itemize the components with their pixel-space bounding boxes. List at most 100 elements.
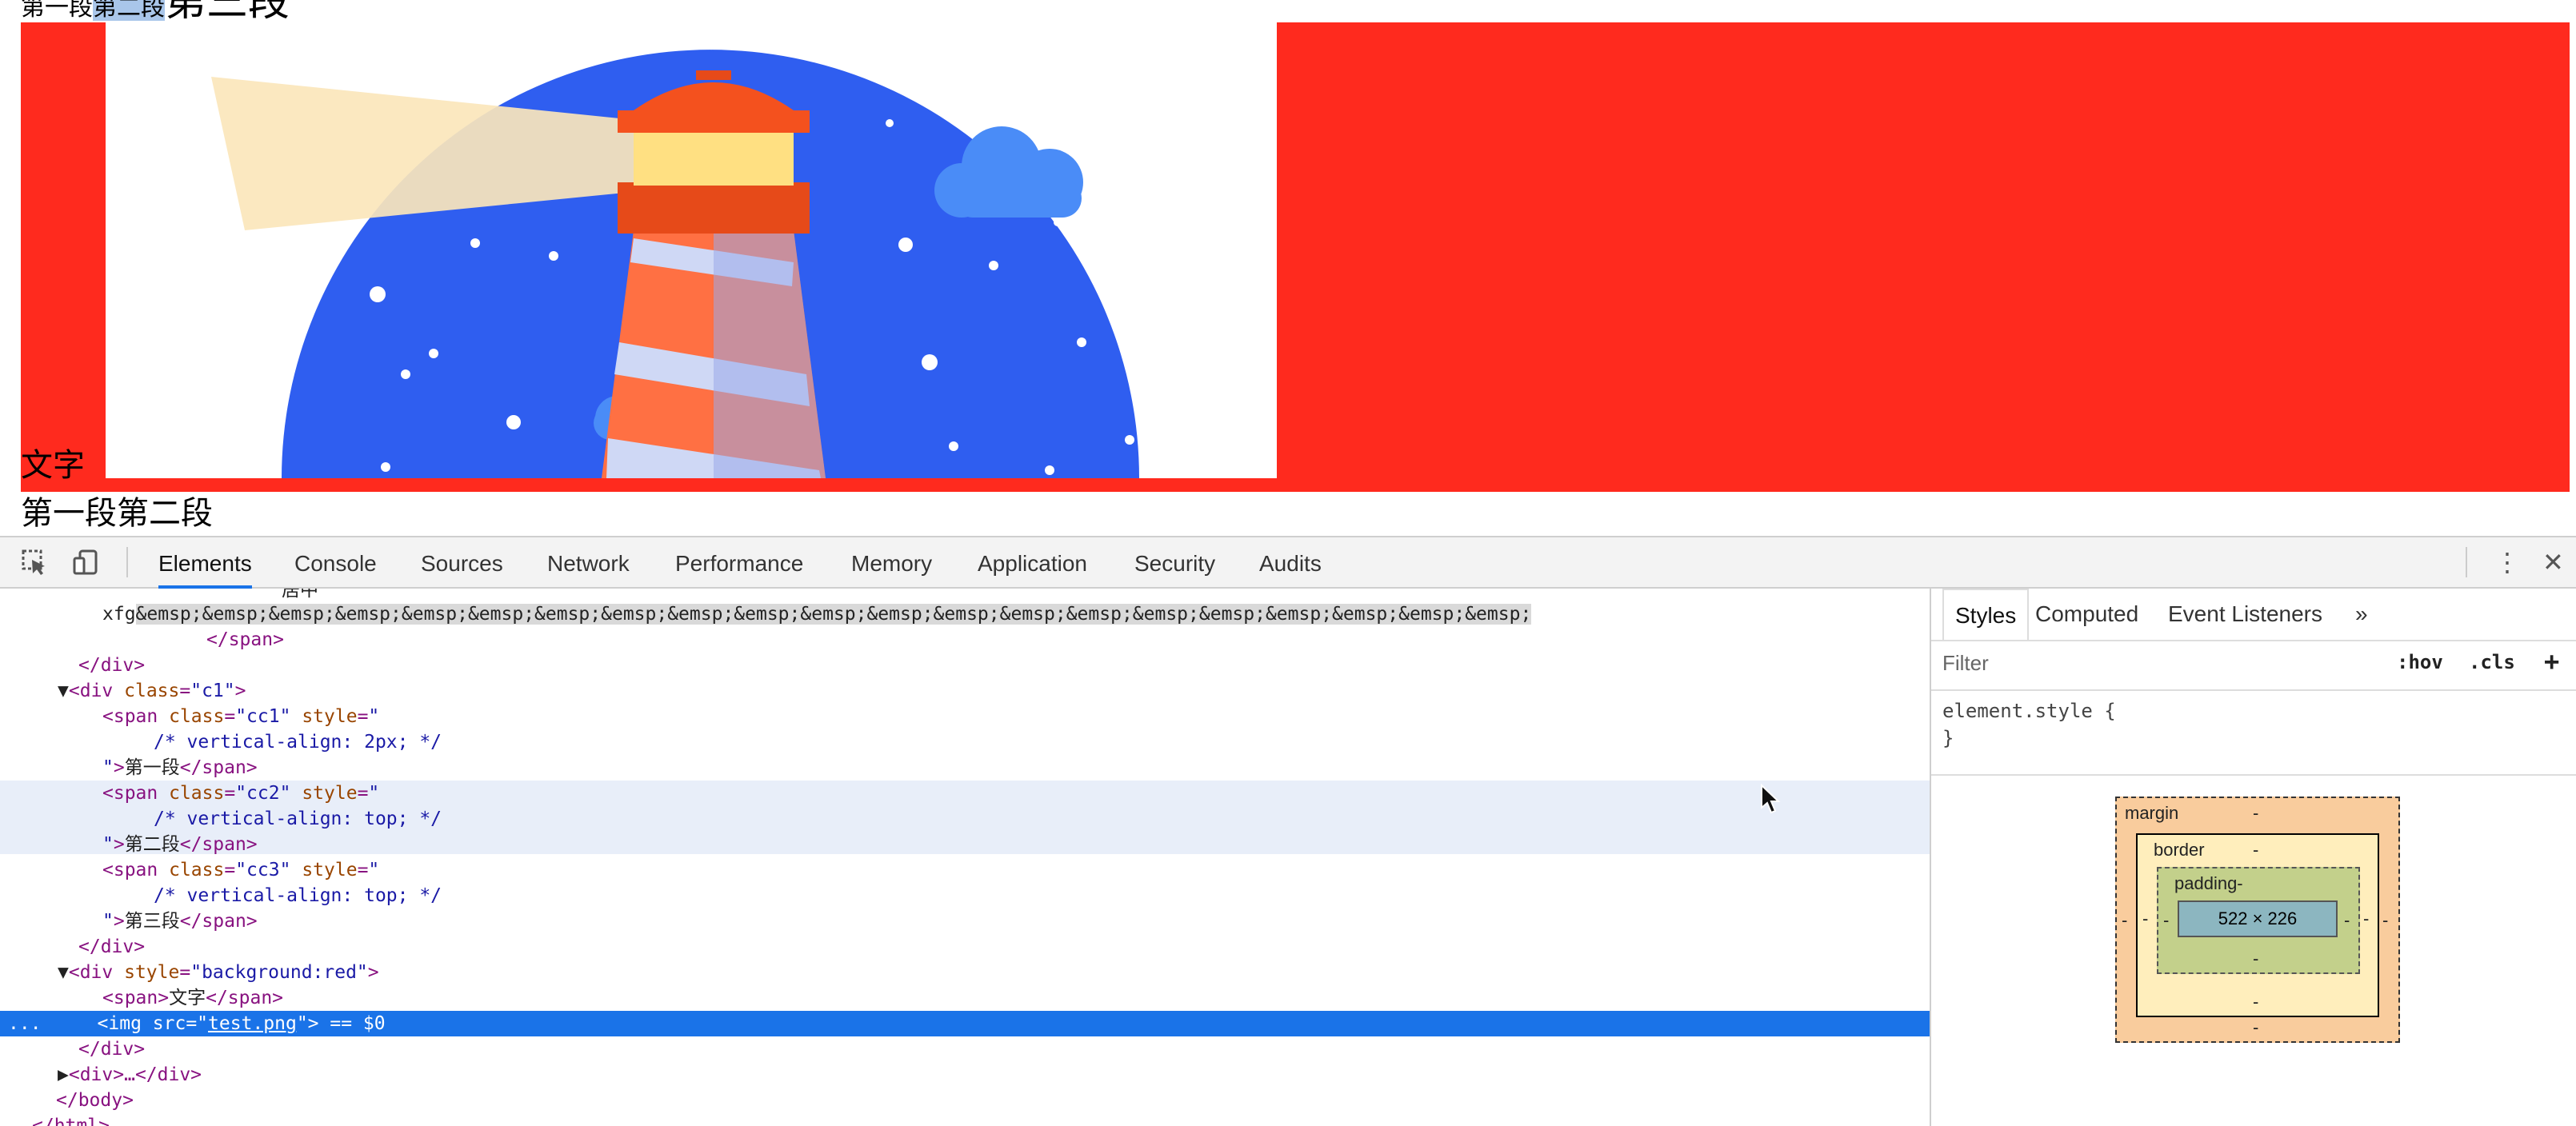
tree-line-div-red[interactable]: ▼<div style="background:red"> <box>0 960 1930 985</box>
new-rule-button[interactable]: + <box>2544 646 2559 677</box>
hov-toggle[interactable]: :hov <box>2397 651 2443 673</box>
ellipsis-icon[interactable]: ... <box>8 1013 42 1034</box>
tree-line-comment[interactable]: /* vertical-align: top; */ <box>0 883 1930 908</box>
border-bottom-value: - <box>2253 992 2259 1012</box>
collapsed-div-text: 第一段第二段 <box>21 496 213 531</box>
tab-elements[interactable]: Elements <box>158 537 252 589</box>
tree-line-span[interactable]: <span>文字</span> <box>0 985 1930 1011</box>
mouse-cursor-icon <box>1760 783 1781 819</box>
cls-toggle[interactable]: .cls <box>2469 651 2515 673</box>
toolbar-divider <box>126 547 128 577</box>
tree-line-div-c1[interactable]: ▼<div class="c1"> <box>0 678 1930 704</box>
tab-network[interactable]: Network <box>547 537 630 585</box>
tab-performance[interactable]: Performance <box>675 537 803 585</box>
style-comment: /* vertical-align: top; */ <box>154 885 442 906</box>
tab-security[interactable]: Security <box>1134 537 1215 585</box>
box-model-content[interactable]: 522 × 226 <box>2178 900 2338 937</box>
attr-name: class <box>124 681 180 701</box>
element-style-selector: element.style { <box>1942 700 2116 722</box>
padding-right-value: - <box>2344 910 2350 930</box>
more-options-icon[interactable]: ⋮ <box>2494 547 2520 577</box>
margin-bottom-value: - <box>2253 1017 2259 1037</box>
style-comment: /* vertical-align: top; */ <box>154 809 442 829</box>
tree-line-body-close[interactable]: </body> <box>0 1088 1930 1113</box>
box-model-margin[interactable]: margin - - - - border - - - - padding- -… <box>2115 797 2400 1043</box>
closing-tag: </span> <box>206 629 284 650</box>
tree-line-text[interactable]: ">第一段</span> <box>0 755 1930 781</box>
tab-audits[interactable]: Audits <box>1259 537 1322 585</box>
tab-application[interactable]: Application <box>978 537 1087 585</box>
text-node: 居中 <box>282 589 318 601</box>
expand-triangle-icon[interactable]: ▼ <box>58 681 69 701</box>
span-cc3: 第三段 <box>165 0 290 25</box>
tab-sources[interactable]: Sources <box>421 537 503 585</box>
text-node: 文字 <box>169 988 206 1008</box>
inspect-element-icon[interactable] <box>21 549 48 576</box>
closing-tag: </div> <box>78 655 146 676</box>
tree-line-div-close[interactable]: </div> <box>0 1036 1930 1062</box>
lighthouse-illustration <box>211 50 1139 478</box>
tree-line-comment[interactable]: /* vertical-align: 2px; */ <box>0 729 1930 755</box>
console-ref: == $0 <box>318 1013 386 1034</box>
elements-tree[interactable]: 居中 xfg&emsp;&emsp;&emsp;&emsp;&emsp;&ems… <box>0 589 1930 1126</box>
border-left-value: - <box>2142 908 2149 928</box>
tree-line-span-close[interactable]: </span> <box>0 627 1930 653</box>
tree-line-span-cc3[interactable]: <span class="cc3" style=" <box>0 857 1930 883</box>
closing-tag: </html> <box>32 1116 110 1126</box>
attr-value: "c1" <box>190 681 235 701</box>
padding-label: padding- <box>2174 873 2243 893</box>
border-label: border <box>2154 840 2205 860</box>
tab-memory[interactable]: Memory <box>851 537 932 585</box>
tab-console[interactable]: Console <box>294 537 377 585</box>
more-tabs-icon[interactable]: » <box>2355 589 2368 640</box>
attr-value: "background:red" <box>190 962 368 983</box>
tree-line-comment[interactable]: /* vertical-align: top; */ <box>0 806 1930 832</box>
text-node: 第二段 <box>124 834 180 855</box>
red-div-span-text: 文字 <box>21 448 85 483</box>
tree-line-text[interactable]: ">第二段</span> <box>0 832 1930 857</box>
margin-right-value: - <box>2382 910 2389 930</box>
closing-tag: </body> <box>56 1090 134 1111</box>
styles-sidebar: Styles Computed Event Listeners » Filter… <box>1930 589 2576 1126</box>
text-node: 第三段 <box>124 911 180 932</box>
span-cc2-highlighted: 第二段 <box>93 0 165 21</box>
img-src-link[interactable]: test.png <box>208 1013 297 1034</box>
padding-left-value: - <box>2163 910 2170 930</box>
lighthouse-image <box>106 22 1277 478</box>
attr-value: "cc3" <box>235 860 291 880</box>
filter-input[interactable]: Filter <box>1942 651 1989 676</box>
tree-line-div-close[interactable]: </div> <box>0 934 1930 960</box>
tree-line-span-cc1[interactable]: <span class="cc1" style=" <box>0 704 1930 729</box>
rendered-page: 第一段第二段 第三段 文字 第一段第二段 <box>0 0 2576 536</box>
collapsed-node: <div>…</div> <box>68 1064 202 1085</box>
margin-top-value: - <box>2253 803 2259 823</box>
rule-close-brace: } <box>1942 727 1954 749</box>
styles-filter-bar: Filter :hov .cls + <box>1931 640 2576 691</box>
style-comment: /* vertical-align: 2px; */ <box>154 732 442 753</box>
tree-node-img-selected[interactable]: ... <img src="test.png"> == $0 <box>0 1011 1930 1036</box>
margin-left-value: - <box>2122 910 2128 930</box>
tab-styles[interactable]: Styles <box>1942 589 2030 641</box>
element-style-rule[interactable]: element.style { } <box>1942 697 2116 752</box>
toolbar-divider-right <box>2466 547 2467 577</box>
tree-line-emsp[interactable]: xfg&emsp;&emsp;&emsp;&emsp;&emsp;&emsp;&… <box>0 601 1930 627</box>
expand-triangle-icon[interactable]: ▼ <box>58 962 69 983</box>
text-node: 第一段 <box>124 757 180 778</box>
expand-triangle-icon[interactable]: ▶ <box>58 1064 69 1085</box>
box-model-border[interactable]: border - - - - padding- - - - 522 × 226 <box>2136 833 2379 1017</box>
tab-event-listeners[interactable]: Event Listeners <box>2168 589 2322 640</box>
padding-bottom-value: - <box>2253 948 2259 968</box>
tab-computed[interactable]: Computed <box>2035 589 2138 640</box>
devtools-tabbar: Elements Console Sources Network Perform… <box>0 537 2576 589</box>
tree-line-div-collapsed[interactable]: ▶<div>…</div> <box>0 1062 1930 1088</box>
close-devtools-icon[interactable]: ✕ <box>2542 547 2564 577</box>
tree-line-text[interactable]: ">第三段</span> <box>0 908 1930 934</box>
tree-line-div-close[interactable]: </div> <box>0 653 1930 678</box>
border-right-value: - <box>2363 908 2370 928</box>
device-toolbar-icon[interactable] <box>72 549 99 576</box>
box-model-padding[interactable]: padding- - - - 522 × 226 <box>2157 867 2360 974</box>
tag-name: div <box>79 681 114 701</box>
emsp-entities: &emsp;&emsp;&emsp;&emsp;&emsp;&emsp;&ems… <box>135 604 1532 625</box>
margin-label: margin <box>2125 803 2179 823</box>
text-node: xfg <box>102 604 136 625</box>
